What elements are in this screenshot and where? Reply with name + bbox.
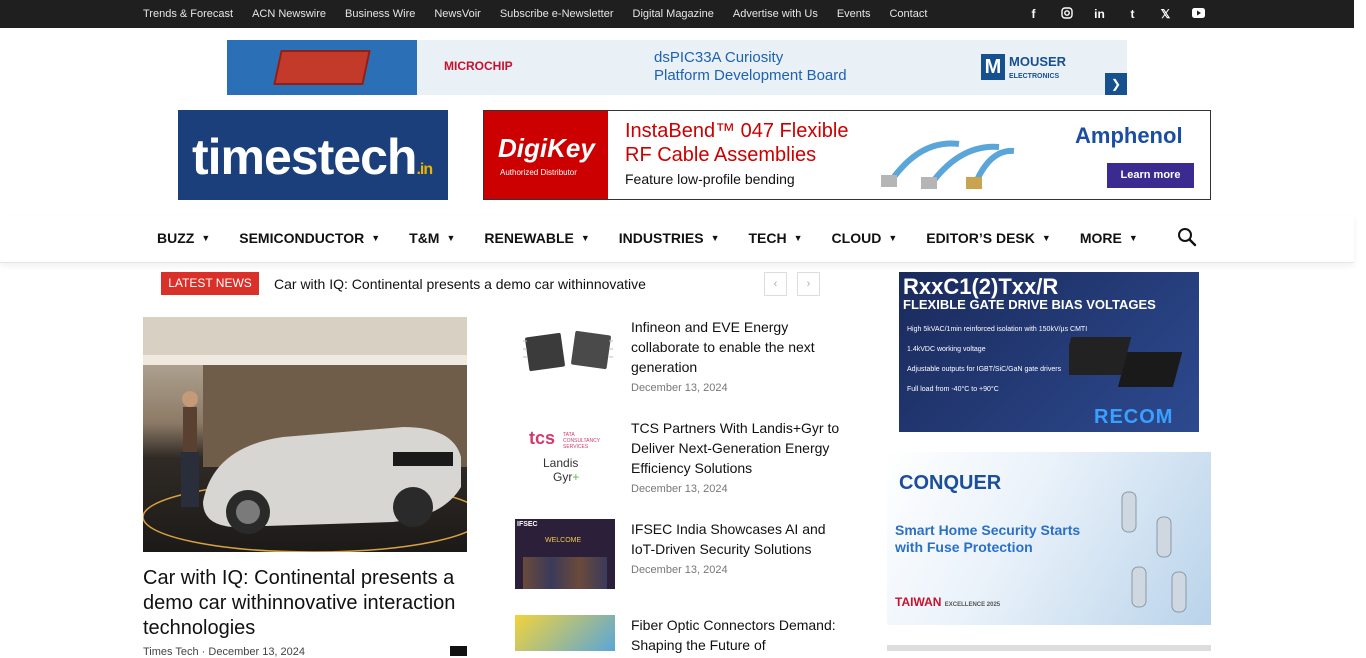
- chevron-down-icon: ▼: [371, 233, 381, 243]
- nav-item-industries[interactable]: INDUSTRIES ▼: [619, 230, 720, 246]
- site-logo[interactable]: timestech.in: [178, 110, 448, 200]
- nav-item-tm[interactable]: T&M ▼: [409, 230, 455, 246]
- top-link-advertise[interactable]: Advertise with Us: [733, 8, 818, 20]
- featured-article-image[interactable]: [143, 317, 467, 552]
- news-thumb-3[interactable]: IFSEC WELCOME: [515, 519, 615, 589]
- nav-item-cloud[interactable]: CLOUD ▼: [832, 230, 898, 246]
- chevron-down-icon: ▼: [710, 233, 720, 243]
- news-title-2[interactable]: TCS Partners With Landis+Gyr to Deliver …: [631, 418, 845, 478]
- news-date-1: December 13, 2024: [631, 382, 728, 394]
- nav-item-tech[interactable]: TECH ▼: [748, 230, 802, 246]
- linkedin-icon[interactable]: in: [1090, 7, 1109, 21]
- news-date-2: December 13, 2024: [631, 483, 728, 495]
- amphenol-logo: Amphenol: [1075, 123, 1183, 148]
- latest-news-label: LATEST NEWS: [161, 272, 259, 295]
- top-link-acn[interactable]: ACN Newswire: [252, 8, 326, 20]
- top-banner-ad[interactable]: MICROCHIP dsPIC33A Curiosity Platform De…: [227, 40, 1127, 95]
- ticker-prev-button[interactable]: ‹: [764, 272, 787, 296]
- top-link-contact[interactable]: Contact: [889, 8, 927, 20]
- dev-board-image: [227, 40, 417, 95]
- main-nav: BUZZ ▼ SEMICONDUCTOR ▼ T&M ▼ RENEWABLE ▼ IND…: [0, 215, 1354, 263]
- chevron-down-icon: ▼: [201, 233, 211, 243]
- social-links: f in t 𝕏: [1024, 0, 1208, 28]
- search-icon[interactable]: [1177, 227, 1197, 247]
- news-date-3: December 13, 2024: [631, 564, 728, 576]
- digikey-banner-ad[interactable]: DigiKey Authorized Distributor InstaBend…: [483, 110, 1211, 200]
- chevron-down-icon: ▼: [793, 233, 803, 243]
- ad-arrow-icon[interactable]: ❯: [1105, 73, 1127, 95]
- comment-count-badge[interactable]: [450, 646, 467, 656]
- ad-headline: dsPIC33A Curiosity Platform Development …: [654, 49, 847, 84]
- chevron-down-icon: ▼: [446, 233, 456, 243]
- ad-headline: InstaBend™ 047 Flexible RF Cable Assembl…: [625, 120, 849, 166]
- x-icon[interactable]: 𝕏: [1156, 7, 1175, 21]
- top-link-events[interactable]: Events: [837, 8, 871, 20]
- news-thumb-2[interactable]: tcs TATA CONSULTANCY SERVICES Landis Gyr…: [515, 418, 615, 488]
- chevron-down-icon: ▼: [888, 233, 898, 243]
- nav-item-more[interactable]: MORE ▼: [1080, 230, 1138, 246]
- top-link-digital-magazine[interactable]: Digital Magazine: [633, 8, 714, 20]
- nav-item-buzz[interactable]: BUZZ ▼: [157, 230, 210, 246]
- featured-article-meta: Times Tech · December 13, 2024: [143, 646, 306, 658]
- nav-item-semiconductor[interactable]: SEMICONDUCTOR ▼: [239, 230, 380, 246]
- top-link-subscribe[interactable]: Subscribe e-Newsletter: [500, 8, 614, 20]
- top-link-newsvoir[interactable]: NewsVoir: [434, 8, 480, 20]
- news-thumb-1[interactable]: [515, 317, 615, 387]
- ad-subhead: Feature low-profile bending: [625, 171, 795, 187]
- recom-bullets: High 5kVAC/1min reinforced isolation wit…: [907, 326, 1088, 393]
- nav-item-renewable[interactable]: RENEWABLE ▼: [484, 230, 589, 246]
- microchip-logo: MICROCHIP: [444, 59, 513, 73]
- chevron-down-icon: ▼: [1041, 233, 1051, 243]
- news-title-4[interactable]: Fiber Optic Connectors Demand: Shaping t…: [631, 615, 845, 655]
- ticker-next-button[interactable]: ›: [797, 272, 820, 296]
- recom-ad[interactable]: RxxC1(2)Txx/R FLEXIBLE GATE DRIVE BIAS V…: [899, 272, 1199, 432]
- chevron-down-icon: ▼: [580, 233, 590, 243]
- news-title-1[interactable]: Infineon and EVE Energy collaborate to e…: [631, 317, 845, 377]
- facebook-icon[interactable]: f: [1024, 7, 1043, 21]
- top-bar: Trends & Forecast ACN Newswire Business …: [0, 0, 1354, 28]
- instagram-icon[interactable]: [1057, 6, 1076, 22]
- youtube-icon[interactable]: [1189, 7, 1208, 21]
- top-links: Trends & Forecast ACN Newswire Business …: [143, 0, 946, 28]
- learn-more-button[interactable]: Learn more: [1107, 163, 1194, 188]
- chevron-down-icon: ▼: [1128, 233, 1138, 243]
- top-link-business-wire[interactable]: Business Wire: [345, 8, 415, 20]
- news-title-3[interactable]: IFSEC India Showcases AI and IoT-Driven …: [631, 519, 845, 559]
- conquer-ad[interactable]: CONQUER Smart Home Security Starts with …: [887, 452, 1211, 625]
- nav-item-editors-desk[interactable]: EDITOR’S DESK ▼: [926, 230, 1051, 246]
- mouser-logo: M MOUSER ELECTRONICS: [981, 54, 1071, 82]
- rf-cable-image: [881, 140, 1015, 189]
- tumblr-icon[interactable]: t: [1123, 7, 1142, 21]
- featured-article-title[interactable]: Car with IQ: Continental presents a demo…: [143, 566, 473, 641]
- top-link-trends[interactable]: Trends & Forecast: [143, 8, 233, 20]
- ticker-headline[interactable]: Car with IQ: Continental presents a demo…: [274, 276, 646, 292]
- news-thumb-4[interactable]: [515, 615, 615, 651]
- digikey-logo: DigiKey Authorized Distributor: [484, 111, 608, 199]
- sidebar-ad-3[interactable]: [887, 645, 1211, 651]
